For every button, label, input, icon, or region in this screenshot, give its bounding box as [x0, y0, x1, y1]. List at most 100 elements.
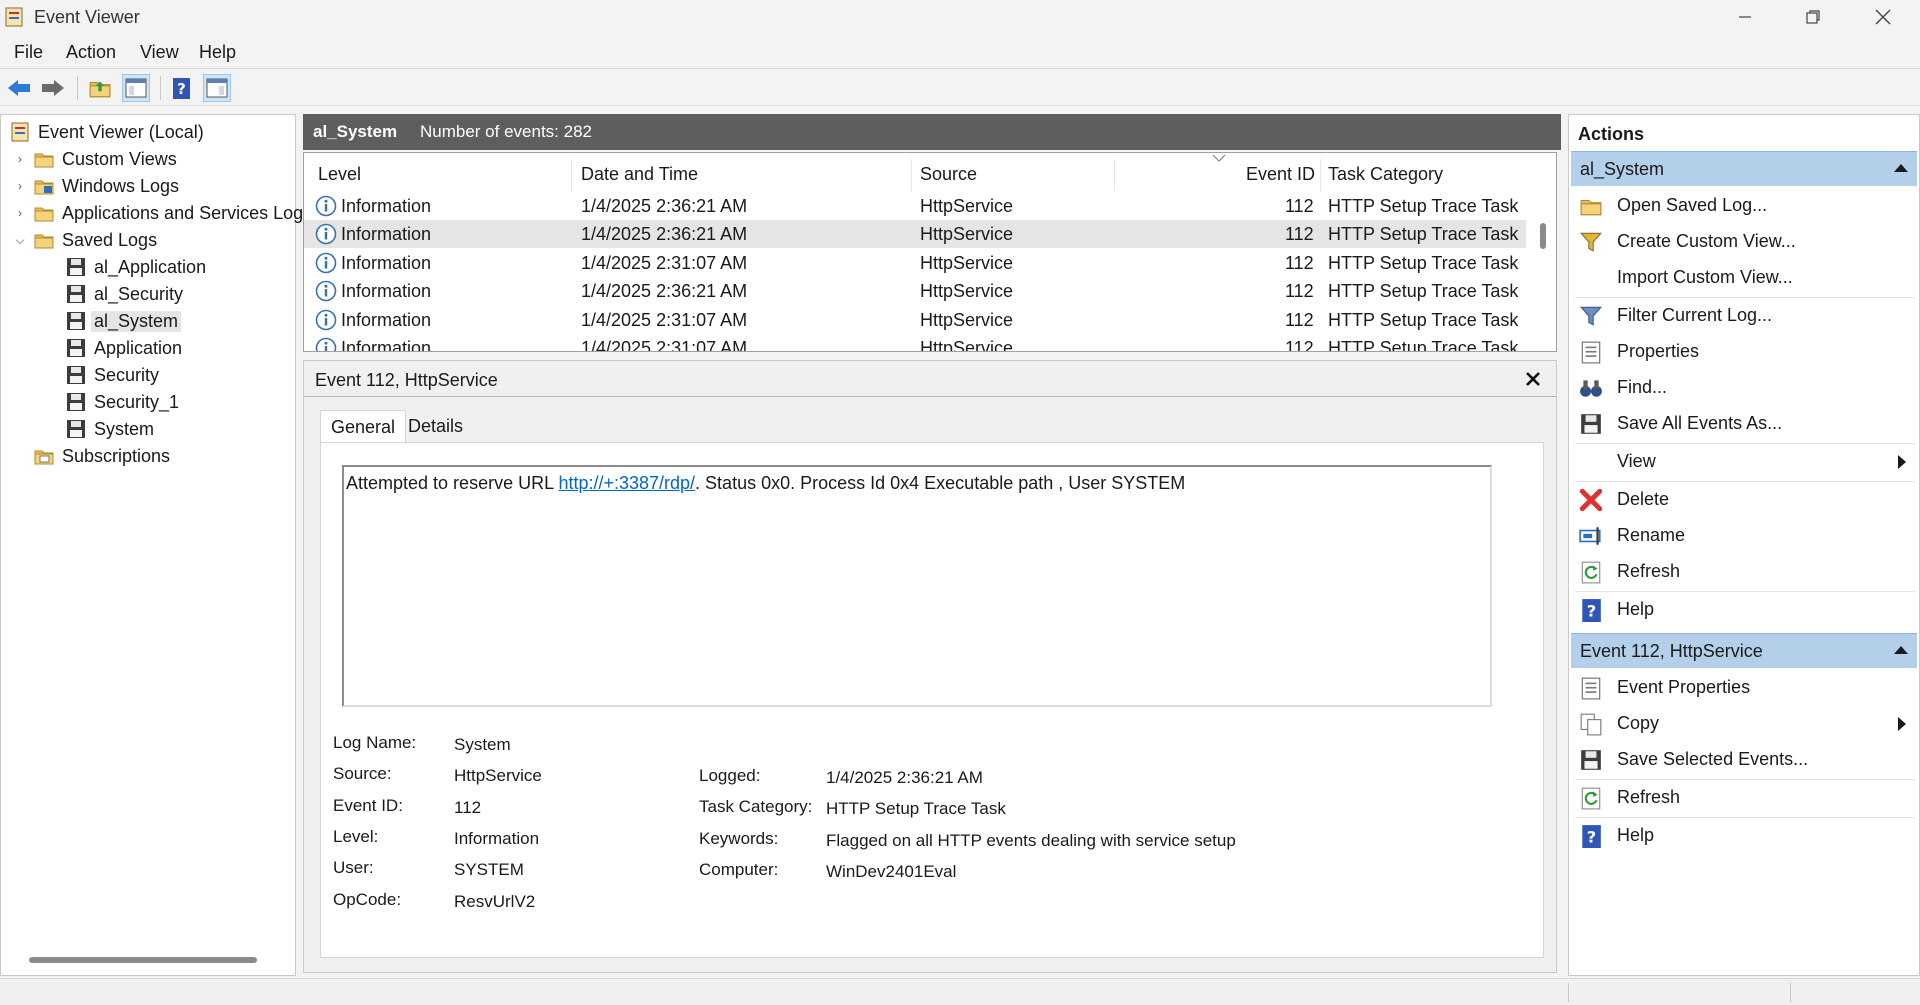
- prop-value-log-name: System: [454, 735, 511, 754]
- column-divider[interactable]: [1320, 159, 1321, 191]
- tree-item-saved-log[interactable]: Security_1: [65, 389, 179, 415]
- action-find[interactable]: Find...: [1571, 370, 1917, 406]
- action-refresh[interactable]: Refresh: [1571, 780, 1917, 816]
- cell-task-category: HTTP Setup Trace Task: [1328, 338, 1519, 352]
- tree-item-label: Security: [94, 364, 160, 385]
- restore-button[interactable]: [1778, 0, 1848, 34]
- tree-item-label: al_Security: [94, 283, 184, 304]
- column-header-date-and-time[interactable]: Date and Time: [581, 164, 698, 185]
- back-button[interactable]: [5, 74, 33, 102]
- toolbar-separator: [77, 76, 78, 100]
- detail-title-bar: Event 112, HttpService: [304, 361, 1556, 397]
- actions-section-event[interactable]: Event 112, HttpService: [1571, 633, 1917, 668]
- console-tree-icon: [125, 78, 147, 98]
- prop-label-task-category: Task Category:: [699, 797, 813, 816]
- cell-event-id: 112: [1285, 196, 1314, 216]
- cell-date-time: 1/4/2025 2:36:21 AM: [581, 196, 748, 216]
- floppy-disk-icon: [1581, 414, 1601, 434]
- table-row-selected[interactable]: Information 1/4/2025 2:36:21 AM HttpServ…: [304, 220, 1526, 248]
- expand-chevron-icon[interactable]: ›: [13, 179, 27, 193]
- tab-details[interactable]: Details: [398, 410, 473, 442]
- tree-item-custom-views[interactable]: › Custom Views: [13, 146, 177, 172]
- column-divider[interactable]: [571, 159, 572, 191]
- folder-open-icon: [1580, 200, 1602, 216]
- column-header-level[interactable]: Level: [318, 164, 361, 185]
- prop-value-source: HttpService: [454, 766, 542, 785]
- expand-chevron-icon[interactable]: ›: [13, 206, 27, 220]
- action-rename[interactable]: Rename: [1571, 518, 1917, 554]
- tree-item-windows-logs[interactable]: › Windows Logs: [13, 173, 179, 199]
- expand-chevron-icon[interactable]: ›: [13, 152, 27, 166]
- prop-label-source: Source:: [333, 764, 392, 783]
- help-toolbar-button[interactable]: [167, 74, 195, 102]
- column-header-task-category[interactable]: Task Category: [1328, 164, 1443, 185]
- tree-item-label: Event Viewer (Local): [38, 121, 204, 142]
- collapse-triangle-icon[interactable]: [1894, 646, 1908, 654]
- column-header-event-id[interactable]: Event ID: [1246, 164, 1315, 185]
- menu-help[interactable]: Help: [199, 42, 236, 63]
- action-import-custom-view[interactable]: Import Custom View...: [1571, 260, 1917, 296]
- action-label: Event Properties: [1617, 677, 1751, 697]
- tree-item-saved-log[interactable]: al_Security: [65, 281, 183, 307]
- tree-item-subscriptions[interactable]: Subscriptions: [33, 443, 170, 469]
- action-properties[interactable]: Properties: [1571, 334, 1917, 370]
- action-event-properties[interactable]: Event Properties: [1571, 670, 1917, 706]
- tab-general[interactable]: General: [320, 410, 407, 442]
- up-folder-button[interactable]: [86, 74, 114, 102]
- collapse-triangle-icon[interactable]: [1894, 164, 1908, 172]
- column-header-source[interactable]: Source: [920, 164, 977, 185]
- menu-file[interactable]: File: [14, 42, 43, 63]
- actions-section-log[interactable]: al_System: [1571, 151, 1917, 186]
- prop-label-level: Level:: [333, 827, 379, 846]
- show-hide-console-tree-button[interactable]: [122, 74, 150, 102]
- action-open-saved-log[interactable]: Open Saved Log...: [1571, 188, 1917, 224]
- table-row[interactable]: Information 1/4/2025 2:36:21 AM HttpServ…: [304, 277, 1526, 305]
- tree-item-saved-log-selected[interactable]: al_System: [65, 308, 182, 334]
- tree-horizontal-scrollbar[interactable]: [29, 957, 257, 963]
- action-copy[interactable]: Copy: [1571, 706, 1917, 742]
- minimize-button[interactable]: [1710, 0, 1780, 34]
- menu-action[interactable]: Action: [66, 42, 116, 63]
- action-filter-current-log[interactable]: Filter Current Log...: [1571, 298, 1917, 334]
- tree-item-saved-log[interactable]: al_Application: [65, 254, 206, 280]
- tree-item-saved-logs[interactable]: ⌵ Saved Logs: [13, 227, 157, 253]
- action-view[interactable]: View: [1571, 444, 1917, 480]
- table-row[interactable]: Information 1/4/2025 2:36:21 AM HttpServ…: [304, 192, 1526, 220]
- table-row[interactable]: Information 1/4/2025 2:31:07 AM HttpServ…: [304, 306, 1526, 334]
- action-help[interactable]: Help: [1571, 592, 1917, 628]
- tree-item-saved-log[interactable]: Application: [65, 335, 182, 361]
- tree-item-event-viewer-local[interactable]: Event Viewer (Local): [9, 119, 204, 145]
- floppy-disk-icon: [67, 339, 85, 357]
- event-count: Number of events: 282: [420, 122, 592, 141]
- status-bar-separator: [1790, 983, 1791, 1002]
- event-description-box[interactable]: Attempted to reserve URL http://+:3387/r…: [342, 465, 1492, 707]
- action-create-custom-view[interactable]: Create Custom View...: [1571, 224, 1917, 260]
- status-bar: [0, 978, 1920, 1005]
- menu-view[interactable]: View: [140, 42, 179, 63]
- action-refresh[interactable]: Refresh: [1571, 554, 1917, 590]
- description-suffix: . Status 0x0. Process Id 0x4 Executable …: [695, 473, 1186, 493]
- close-detail-icon[interactable]: [1522, 368, 1544, 390]
- show-hide-action-pane-button[interactable]: [203, 74, 231, 102]
- tree-item-saved-log[interactable]: Security: [65, 362, 159, 388]
- copy-icon: [1580, 713, 1602, 736]
- prop-label-computer: Computer:: [699, 860, 779, 879]
- column-divider[interactable]: [911, 159, 912, 191]
- action-save-all-events-as[interactable]: Save All Events As...: [1571, 406, 1917, 442]
- tree-item-applications-and-services-logs[interactable]: › Applications and Services Log: [13, 200, 303, 226]
- table-vertical-scrollbar[interactable]: [1540, 223, 1546, 249]
- tree-item-saved-log[interactable]: System: [65, 416, 154, 442]
- forward-button[interactable]: [39, 74, 67, 102]
- sort-indicator-icon: [1212, 154, 1226, 162]
- table-row[interactable]: Information 1/4/2025 2:31:07 AM HttpServ…: [304, 334, 1526, 352]
- description-url-link[interactable]: http://+:3387/rdp/: [558, 473, 695, 493]
- table-row[interactable]: Information 1/4/2025 2:31:07 AM HttpServ…: [304, 249, 1526, 277]
- action-delete[interactable]: Delete: [1571, 482, 1917, 518]
- binoculars-icon: [1580, 380, 1602, 397]
- action-save-selected-events[interactable]: Save Selected Events...: [1571, 742, 1917, 778]
- column-divider[interactable]: [1114, 159, 1115, 191]
- collapse-chevron-icon[interactable]: ⌵: [13, 233, 27, 248]
- action-help[interactable]: Help: [1571, 818, 1917, 854]
- close-window-button[interactable]: [1848, 0, 1918, 34]
- section-label: al_System: [1580, 159, 1665, 179]
